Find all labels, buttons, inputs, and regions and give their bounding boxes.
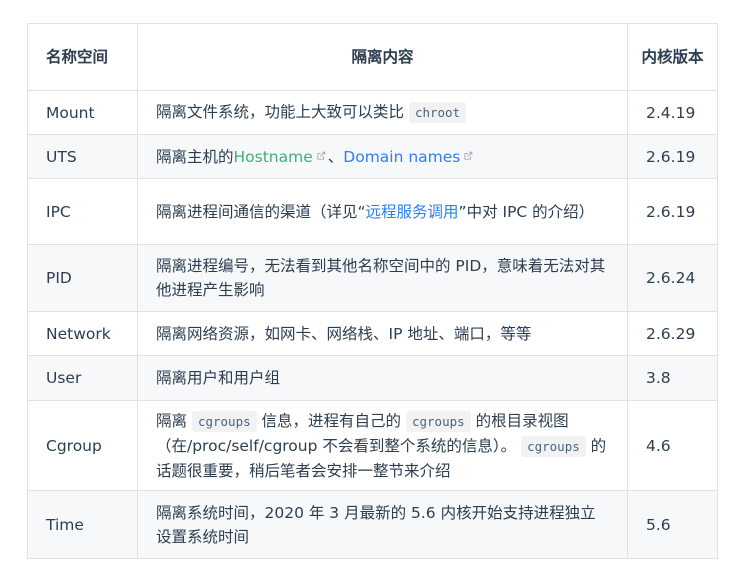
cell-name: Time (27, 490, 138, 559)
cell-desc: 隔离网络资源，如网卡、网络栈、IP 地址、端口，等等 (137, 311, 628, 356)
cell-version: 5.6 (627, 490, 718, 559)
domain-names-link[interactable]: Domain names (343, 148, 475, 166)
header-desc: 隔离内容 (137, 23, 628, 91)
table-row: Network 隔离网络资源，如网卡、网络栈、IP 地址、端口，等等 2.6.2… (27, 311, 718, 356)
cell-desc: 隔离进程编号，无法看到其他名称空间中的 PID，意味着无法对其他进程产生影响 (137, 244, 628, 312)
table-row: Time 隔离系统时间，2020 年 3 月最新的 5.6 内核开始支持进程独立… (27, 490, 718, 559)
cell-name: Cgroup (27, 400, 138, 491)
table-row: UTS 隔离主机的Hostname 、Domain names 2.6.19 (27, 134, 718, 179)
table-row: Cgroup 隔离 cgroups 信息，进程有自己的 cgroups 的根目录… (27, 400, 718, 491)
inline-code: cgroups (191, 410, 257, 432)
inline-code: chroot (408, 102, 467, 123)
desc-text: 隔离主机的 (156, 147, 234, 166)
hostname-link-label: Hostname (233, 147, 313, 166)
cell-name: User (27, 355, 138, 401)
cell-version: 4.6 (627, 400, 718, 491)
rpc-link[interactable]: 远程服务调用 (366, 203, 459, 221)
desc-text: 信息，进程有自己的 (256, 411, 406, 430)
domain-names-link-label: Domain names (343, 147, 461, 166)
cell-name: Mount (27, 90, 138, 135)
cell-name: IPC (27, 178, 138, 245)
external-link-icon (317, 151, 326, 160)
external-link-icon (464, 151, 473, 160)
cell-desc: 隔离 cgroups 信息，进程有自己的 cgroups 的根目录视图（在/pr… (137, 400, 628, 491)
table-row: IPC 隔离进程间通信的渠道（详见“远程服务调用”中对 IPC 的介绍） 2.6… (27, 178, 718, 245)
table-header-row: 名称空间 隔离内容 内核版本 (27, 23, 718, 91)
table-row: Mount 隔离文件系统，功能上大致可以类比 chroot 2.4.19 (27, 90, 718, 135)
namespace-table-container: 名称空间 隔离内容 内核版本 Mount 隔离文件系统，功能上大致可以类比 ch… (27, 23, 718, 559)
desc-text: ”中对 IPC 的介绍） (458, 202, 595, 221)
table-row: PID 隔离进程编号，无法看到其他名称空间中的 PID，意味着无法对其他进程产生… (27, 244, 718, 312)
desc-sep: 、 (327, 147, 344, 166)
cell-desc: 隔离主机的Hostname 、Domain names (137, 134, 628, 179)
cell-version: 2.6.19 (627, 134, 718, 179)
inline-code: cgroups (521, 435, 586, 457)
table-row: User 隔离用户和用户组 3.8 (27, 355, 718, 401)
cell-desc: 隔离系统时间，2020 年 3 月最新的 5.6 内核开始支持进程独立设置系统时… (137, 490, 628, 559)
cell-version: 2.4.19 (627, 90, 718, 135)
cell-version: 3.8 (627, 355, 718, 401)
cell-name: Network (27, 311, 138, 356)
desc-text: 隔离进程间通信的渠道（详见“ (156, 202, 366, 221)
cell-version: 2.6.19 (627, 178, 718, 245)
inline-code: cgroups (405, 410, 471, 432)
cell-name: PID (27, 244, 138, 312)
cell-name: UTS (27, 134, 138, 179)
header-name: 名称空间 (27, 23, 138, 91)
desc-text: 隔离 (156, 411, 192, 430)
hostname-link[interactable]: Hostname (234, 148, 328, 166)
cell-version: 2.6.29 (627, 311, 718, 356)
namespace-table: 名称空间 隔离内容 内核版本 Mount 隔离文件系统，功能上大致可以类比 ch… (27, 23, 718, 559)
cell-desc: 隔离文件系统，功能上大致可以类比 chroot (137, 90, 628, 135)
cell-version: 2.6.24 (627, 244, 718, 312)
header-version: 内核版本 (627, 23, 718, 91)
desc-text: 隔离文件系统，功能上大致可以类比 (156, 103, 409, 121)
cell-desc: 隔离用户和用户组 (137, 355, 628, 401)
cell-desc: 隔离进程间通信的渠道（详见“远程服务调用”中对 IPC 的介绍） (137, 178, 628, 245)
